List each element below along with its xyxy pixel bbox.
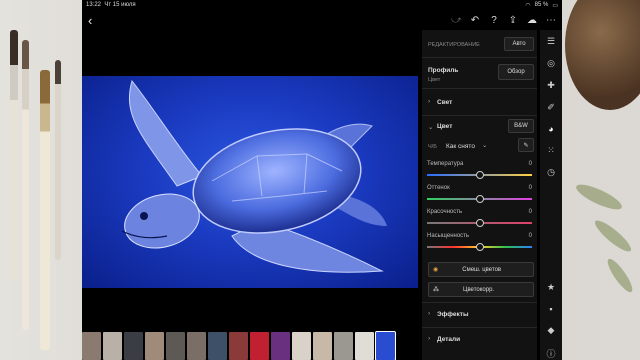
eyedropper-button[interactable]: ✎ [518,138,534,152]
slider-label: Красочность [427,209,463,215]
status-time: 13:22 [86,2,102,8]
color-icon[interactable]: ◕ [548,124,553,134]
browse-profiles-button[interactable]: Обзор [498,64,534,80]
paintbrush [22,40,29,330]
back-button[interactable]: ‹ [88,13,102,28]
slider-label: Оттенок [427,185,450,191]
edit-section-label: РЕДАКТИРОВАНИЕ [428,42,480,48]
share-icon[interactable]: ⇪ [508,15,518,26]
auto-button[interactable]: Авто [504,37,534,51]
paintbrush [55,60,61,260]
paintbrush [10,30,18,280]
selective-icon[interactable]: ◎ [547,58,555,69]
wifi-icon: ◠ [525,2,531,9]
divider [422,327,537,328]
paintbrush [40,70,50,350]
slider-knob[interactable] [475,242,484,251]
slider-temperature[interactable]: Температура 0 [427,161,532,183]
color-section-header[interactable]: Цвет [437,123,452,130]
history-icon[interactable]: ◷ [547,167,555,178]
white-balance-value[interactable]: Как снято [446,143,475,150]
divider [422,115,537,116]
slider-value: 0 [528,185,532,191]
filmstrip-thumbnail[interactable] [145,332,164,360]
white-balance-label: Ч/Б [428,144,437,150]
slider-value: 0 [528,161,532,167]
color-grading-icon: ⁂ [433,287,439,293]
edit-tools-bar: ☰ ◎ ✚ ✐ ◕ ⁙ ◷ ★ ▪ ◆ ⓘ [540,30,562,360]
slider-vibrance[interactable]: Красочность 0 [427,209,532,231]
slider-tint[interactable]: Оттенок 0 [427,185,532,207]
top-toolbar: ‹ ⤻ ↶ ? ⇪ ☁ ⋯ [82,10,562,30]
filmstrip-thumbnail[interactable] [166,332,185,360]
profile-label: Профиль [428,67,459,74]
divider [422,302,537,303]
effects-section-header[interactable]: Эффекты [437,311,469,318]
sea-turtle-illustration [121,79,387,273]
filmstrip-thumbnail[interactable] [355,332,374,360]
status-date: Чт 15 июля [104,2,136,8]
slider-knob[interactable] [475,194,484,203]
edit-panel: РЕДАКТИРОВАНИЕ Авто Профиль Цвет Обзор ›… [422,30,537,360]
color-grading-button[interactable]: ⁂ Цветокорр. [428,282,534,297]
presets-icon[interactable]: ⁙ [547,145,555,156]
slider-label: Температура [427,161,464,167]
help-icon[interactable]: ? [489,15,499,26]
comment-icon[interactable]: ▪ [549,304,552,314]
filmstrip [82,330,418,360]
sliders-icon[interactable]: ☰ [547,36,555,47]
color-mix-label: Смеш. цветов [462,266,502,273]
slider-knob[interactable] [475,218,484,227]
slider-label: Насыщенность [427,233,470,239]
filmstrip-thumbnail[interactable] [208,332,227,360]
color-wheel-icon: ◉ [433,267,439,273]
eyedropper-icon: ✎ [523,142,529,149]
undo-icon[interactable]: ↶ [470,15,480,26]
filmstrip-thumbnail[interactable] [271,332,290,360]
cloud-icon[interactable]: ☁ [527,15,537,26]
status-bar: 13:22 Чт 15 июля ◠ 85 % ▭ [82,0,562,10]
divider [422,57,537,58]
slider-saturation[interactable]: Насыщенность 0 [427,233,532,255]
slider-value: 0 [528,209,532,215]
filmstrip-thumbnail[interactable] [292,332,311,360]
color-grading-label: Цветокорр. [463,286,495,293]
info-icon[interactable]: ⓘ [546,347,555,360]
more-icon[interactable]: ⋯ [546,15,556,26]
slider-knob[interactable] [475,170,484,179]
tag-icon[interactable]: ◆ [548,325,555,336]
chevron-right-icon[interactable]: › [428,98,430,105]
slider-value: 0 [528,233,532,239]
filmstrip-thumbnail[interactable] [187,332,206,360]
filmstrip-thumbnail-selected[interactable] [375,331,396,360]
battery-level: 85 % [534,2,549,8]
divider [422,88,537,89]
star-icon[interactable]: ★ [547,282,555,293]
filmstrip-thumbnail[interactable] [250,332,269,360]
filmstrip-thumbnail[interactable] [229,332,248,360]
chevron-down-icon[interactable]: ⌄ [428,123,433,131]
photo-sea-turtle [82,76,418,288]
light-section-header[interactable]: Свет [437,99,452,106]
magic-icon[interactable]: ⤻ [451,15,462,26]
chevron-right-icon[interactable]: › [428,310,430,317]
chevron-right-icon[interactable]: › [428,335,430,342]
filmstrip-thumbnail[interactable] [124,332,143,360]
chevron-down-icon[interactable]: ⌄ [482,141,487,149]
photo-canvas[interactable] [82,30,418,330]
filmstrip-thumbnail[interactable] [334,332,353,360]
color-mix-button[interactable]: ◉ Смеш. цветов [428,262,534,277]
battery-icon: ▭ [552,2,558,9]
brush-icon[interactable]: ✐ [547,102,555,113]
bw-button[interactable]: B&W [508,119,534,133]
profile-value: Цвет [428,77,441,83]
filmstrip-thumbnail[interactable] [313,332,332,360]
heal-icon[interactable]: ✚ [547,80,555,91]
filmstrip-thumbnail[interactable] [82,332,101,360]
filmstrip-thumbnail[interactable] [103,332,122,360]
detail-section-header[interactable]: Детали [437,336,460,343]
tablet-screen: 13:22 Чт 15 июля ◠ 85 % ▭ ‹ ⤻ ↶ ? ⇪ ☁ ⋯ [82,0,562,360]
